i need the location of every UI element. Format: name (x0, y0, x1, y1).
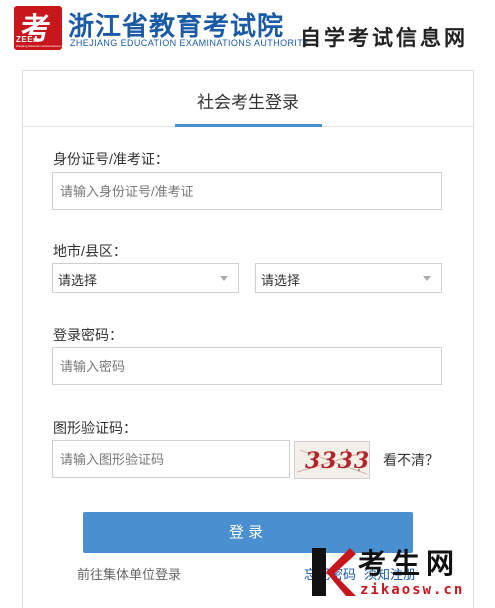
chevron-down-icon (220, 276, 228, 281)
region-label: 地市/县区： (53, 243, 127, 259)
password-input[interactable] (52, 347, 442, 385)
watermark-url: zikaosw.cn (360, 582, 465, 598)
captcha-text: 3333 (305, 448, 370, 474)
captcha-image[interactable]: 3333 (294, 441, 370, 479)
county-select-value: 请选择 (261, 273, 301, 288)
k-logo-icon (312, 548, 356, 596)
site-name: 自学考试信息网 (300, 25, 468, 50)
county-select[interactable]: 请选择 (255, 263, 442, 293)
watermark-brand: 考生网 (358, 547, 461, 580)
captcha-input[interactable] (52, 440, 290, 478)
password-label: 登录密码： (53, 327, 123, 343)
site-header: 考 ZEEA Zhejiang Education Examinations A… (0, 0, 495, 58)
org-subtitle: ZHEJIANG EDUCATION EXAMINATIONS AUTHORIT… (70, 38, 310, 48)
city-select-value: 请选择 (58, 273, 98, 288)
city-select[interactable]: 请选择 (52, 263, 239, 293)
active-tab-indicator (175, 124, 322, 127)
tab-social-candidate-login[interactable]: 社会考生登录 (23, 88, 473, 113)
chevron-down-icon (423, 276, 431, 281)
logo-text: ZEEA (16, 35, 40, 44)
id-number-input[interactable] (52, 172, 442, 210)
captcha-refresh-link[interactable]: 看不清？ (383, 450, 439, 470)
captcha-label: 图形验证码： (53, 420, 137, 436)
login-tabs: 社会考生登录 (23, 71, 473, 127)
zeea-logo[interactable]: 考 ZEEA Zhejiang Education Examinations A… (14, 6, 73, 50)
login-panel: 社会考生登录 身份证号/准考证： 地市/县区： 请选择 请选择 登录密码： 图形… (22, 70, 474, 608)
logo-subtext: Zhejiang Education Examinations Authorit… (16, 44, 74, 48)
kaosheng-watermark: 考生网 zikaosw.cn (310, 542, 495, 608)
id-label: 身份证号/准考证： (53, 151, 169, 167)
group-login-link[interactable]: 前往集体单位登录 (77, 564, 181, 583)
